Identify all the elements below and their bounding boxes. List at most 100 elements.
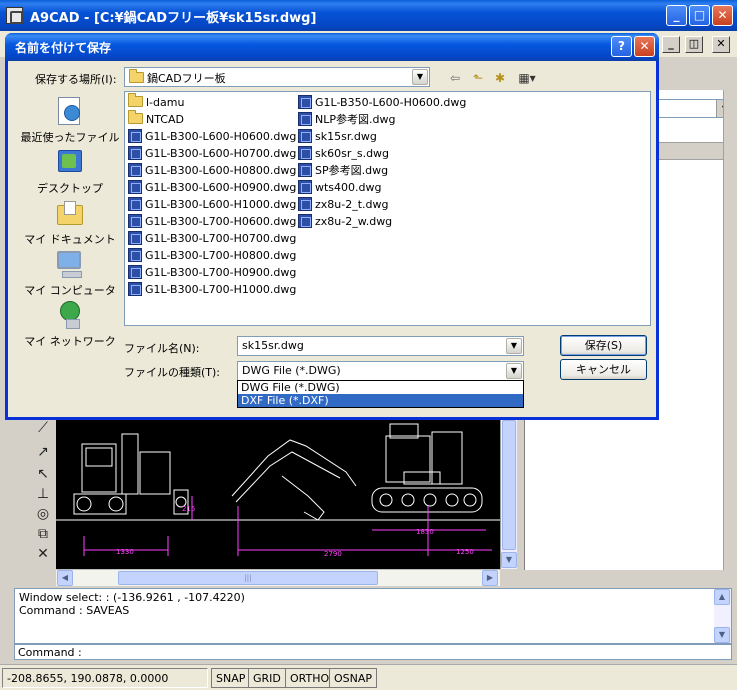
mdi-restore-button[interactable]: ◫	[685, 36, 703, 53]
place-recent[interactable]: 最近使ったファイル	[18, 97, 122, 145]
command-history-line: Command : SAVEAS	[19, 604, 130, 617]
up-folder-icon[interactable]: ⬑	[469, 70, 487, 86]
filetype-label: ファイルの種類(T):	[124, 366, 221, 379]
canvas-vertical-scrollbar[interactable]: ▼	[500, 416, 517, 569]
list-item[interactable]: G1L-B300-L700-H0700.dwg	[128, 231, 296, 248]
horizontal-scroll-thumb[interactable]: |||	[118, 571, 378, 585]
dwg-file-icon	[298, 95, 312, 109]
file-list[interactable]: l-damu NTCAD G1L-B300-L600-H0600.dwg G1L…	[124, 91, 651, 326]
dwg-file-icon	[128, 146, 142, 160]
list-item[interactable]: NLP参考図.dwg	[298, 112, 395, 129]
place-my-network[interactable]: マイ ネットワーク	[18, 301, 122, 349]
dwg-file-icon	[298, 146, 312, 160]
list-item[interactable]: zx8u-2_t.dwg	[298, 197, 389, 214]
cross-tool-icon[interactable]: ✕	[33, 544, 53, 564]
place-label: マイ ネットワーク	[24, 335, 116, 348]
snap-toggle[interactable]: SNAP	[211, 668, 251, 688]
dim-label-3: 1830	[416, 528, 434, 536]
list-item[interactable]: sk15sr.dwg	[298, 129, 377, 146]
list-item[interactable]: SP参考図.dwg	[298, 163, 388, 180]
list-item[interactable]: G1L-B300-L700-H0800.dwg	[128, 248, 296, 265]
mdi-minimize-button[interactable]: _	[662, 36, 680, 53]
filename-label: ファイル名(N):	[124, 342, 200, 355]
dim-label-1: 1330	[116, 548, 134, 556]
place-desktop[interactable]: デスクトップ	[18, 148, 122, 196]
osnap-toggle[interactable]: OSNAP	[329, 668, 378, 688]
dwg-file-icon	[298, 129, 312, 143]
canvas-horizontal-scrollbar[interactable]: ◀ ||| ▶	[56, 569, 500, 586]
list-item[interactable]: G1L-B350-L600-H0600.dwg	[298, 95, 466, 112]
perpendicular-tool-icon[interactable]: ⊥	[33, 484, 53, 504]
mdi-close-button[interactable]: ✕	[712, 36, 730, 53]
list-item[interactable]: G1L-B300-L700-H0900.dwg	[128, 265, 296, 282]
chevron-down-icon[interactable]: ▼	[506, 338, 522, 354]
list-item[interactable]: G1L-B300-L600-H0800.dwg	[128, 163, 296, 180]
new-folder-icon[interactable]: ✱	[491, 70, 509, 86]
vertical-scroll-thumb[interactable]	[502, 420, 516, 550]
ray-tool-icon[interactable]: ↖	[33, 464, 53, 484]
chevron-down-icon[interactable]: ▼	[506, 363, 522, 379]
dialog-titlebar: 名前を付けて保存 ? ✕	[5, 33, 659, 61]
place-my-documents[interactable]: マイ ドキュメント	[18, 199, 122, 247]
list-item[interactable]: G1L-B300-L600-H0700.dwg	[128, 146, 296, 163]
list-item[interactable]: G1L-B300-L600-H0900.dwg	[128, 180, 296, 197]
dwg-file-icon	[128, 129, 142, 143]
dwg-file-icon	[298, 197, 312, 211]
command-history-line: Window select: : (-136.9261 , -107.4220)	[19, 591, 245, 604]
grid-toggle[interactable]: GRID	[248, 668, 286, 688]
command-history-scrollbar[interactable]: ▲ ▼	[714, 589, 731, 643]
save-button[interactable]: 保存(S)	[560, 335, 647, 356]
back-arrow-icon[interactable]: ⇦	[446, 70, 464, 86]
place-label: 最近使ったファイル	[20, 131, 120, 144]
list-item[interactable]: l-damu	[128, 93, 184, 112]
scroll-down-icon[interactable]: ▼	[501, 552, 517, 568]
list-item[interactable]: wts400.dwg	[298, 180, 382, 197]
filetype-option-dwg[interactable]: DWG File (*.DWG)	[238, 381, 523, 394]
polyline-tool-icon[interactable]: ↗	[33, 442, 53, 462]
circle-tool-icon[interactable]: ◎	[33, 504, 53, 524]
app-titlebar: A9CAD - [C:¥鍋CADフリー板¥sk15sr.dwg] _ □ ✕	[0, 0, 737, 31]
drawing-canvas[interactable]: 1330 2790 1830 1250 215	[56, 416, 500, 569]
command-history: Window select: : (-136.9261 , -107.4220)…	[14, 588, 732, 644]
ortho-toggle[interactable]: ORTHO	[285, 668, 335, 688]
desktop-icon	[54, 148, 86, 178]
view-menu-icon[interactable]: ▦▾	[514, 70, 540, 86]
list-item[interactable]: G1L-B300-L600-H1000.dwg	[128, 197, 296, 214]
chevron-down-icon[interactable]: ▼	[412, 69, 428, 85]
line-tool-icon[interactable]: ⟋	[33, 418, 53, 438]
scroll-left-icon[interactable]: ◀	[57, 570, 73, 586]
minimize-button[interactable]: _	[666, 5, 687, 26]
dwg-file-icon	[298, 112, 312, 126]
save-in-combo[interactable]: 鍋CADフリー板 ▼	[124, 67, 430, 87]
help-button[interactable]: ?	[611, 36, 632, 57]
my-documents-icon	[54, 199, 86, 229]
place-label: マイ コンピュータ	[24, 284, 116, 297]
save-in-value: 鍋CADフリー板	[147, 72, 226, 85]
filetype-select[interactable]: DWG File (*.DWG) ▼	[237, 361, 524, 381]
coordinate-readout: -208.8655, 190.0878, 0.0000	[2, 668, 208, 688]
scroll-up-icon[interactable]: ▲	[714, 589, 730, 605]
list-item[interactable]: zx8u-2_w.dwg	[298, 214, 392, 231]
list-item[interactable]: sk60sr_s.dwg	[298, 146, 389, 163]
properties-scrollbar[interactable]	[723, 90, 737, 570]
filename-input[interactable]: sk15sr.dwg ▼	[237, 336, 524, 356]
folder-icon	[128, 93, 143, 107]
filetype-value: DWG File (*.DWG)	[242, 364, 341, 377]
scroll-right-icon[interactable]: ▶	[482, 570, 498, 586]
maximize-button[interactable]: □	[689, 5, 710, 26]
list-item[interactable]: G1L-B300-L700-H0600.dwg	[128, 214, 296, 231]
filetype-option-dxf[interactable]: DXF File (*.DXF)	[238, 394, 523, 407]
dialog-close-button[interactable]: ✕	[634, 36, 655, 57]
command-input[interactable]: Command :	[14, 644, 732, 660]
list-item[interactable]: G1L-B300-L600-H0600.dwg	[128, 129, 296, 146]
hatch-tool-icon[interactable]: ⧉	[33, 524, 53, 544]
statusbar: -208.8655, 190.0878, 0.0000 SNAP GRID OR…	[0, 664, 737, 690]
list-item[interactable]: G1L-B300-L700-H1000.dwg	[128, 282, 296, 299]
dwg-file-icon	[128, 163, 142, 177]
scroll-down-icon[interactable]: ▼	[714, 627, 730, 643]
close-button[interactable]: ✕	[712, 5, 733, 26]
place-my-computer[interactable]: マイ コンピュータ	[18, 250, 122, 298]
list-item[interactable]: NTCAD	[128, 110, 184, 129]
cancel-button[interactable]: キャンセル	[560, 359, 647, 380]
app-icon[interactable]	[6, 7, 23, 24]
